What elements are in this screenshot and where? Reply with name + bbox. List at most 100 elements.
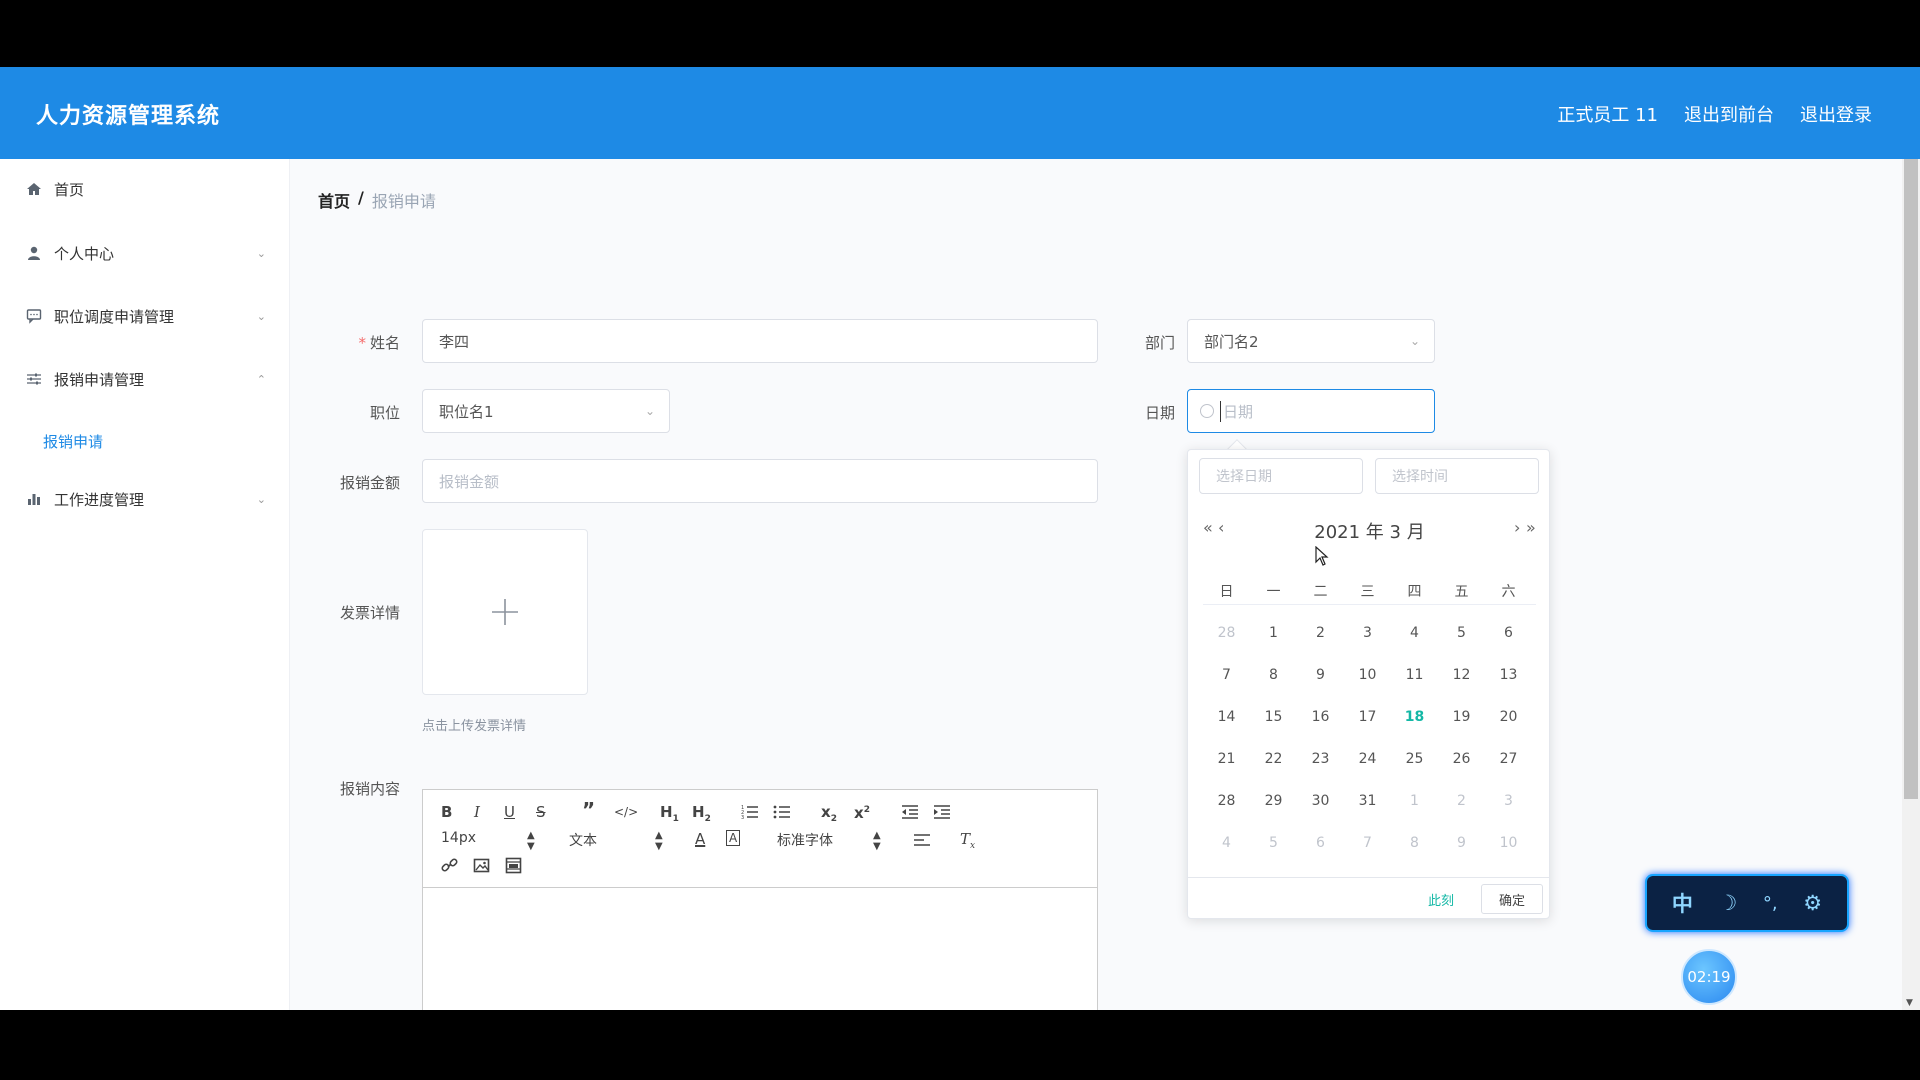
calendar-day[interactable]: 23 <box>1297 751 1344 767</box>
calendar-day[interactable]: 5 <box>1438 625 1485 641</box>
image-icon[interactable] <box>473 857 490 874</box>
picker-month-label[interactable]: 3 月 <box>1390 522 1425 543</box>
blockquote-icon[interactable]: ” <box>582 800 595 820</box>
breadcrumb-home[interactable]: 首页 <box>318 188 350 212</box>
ime-mode-toggle[interactable]: 中 <box>1672 888 1693 918</box>
calendar-day[interactable]: 29 <box>1250 793 1297 809</box>
heading2-icon[interactable]: H2 <box>692 803 711 828</box>
calendar-day[interactable]: 16 <box>1297 709 1344 725</box>
header-select[interactable]: 文本 ▲ ▼ <box>569 830 669 852</box>
calendar-day[interactable]: 2 <box>1438 793 1485 809</box>
calendar-day[interactable]: 10 <box>1344 667 1391 683</box>
editor-content-area[interactable] <box>423 889 1097 1010</box>
bold-icon[interactable]: B <box>441 803 452 821</box>
sidebar-item-reimbursement-management[interactable]: 报销申请管理 ⌃ <box>0 359 290 399</box>
calendar-day[interactable]: 13 <box>1485 667 1532 683</box>
calendar-day[interactable]: 14 <box>1203 709 1250 725</box>
calendar-day[interactable]: 25 <box>1391 751 1438 767</box>
calendar-day[interactable]: 7 <box>1344 835 1391 851</box>
punctuation-icon[interactable]: °, <box>1763 893 1778 914</box>
calendar-day[interactable]: 28 <box>1203 793 1250 809</box>
calendar-day[interactable]: 17 <box>1344 709 1391 725</box>
calendar-day[interactable]: 6 <box>1297 835 1344 851</box>
calendar-day[interactable]: 10 <box>1485 835 1532 851</box>
calendar-day[interactable]: 18 <box>1391 709 1438 725</box>
font-size-select[interactable]: 14px ▲ ▼ <box>441 830 541 852</box>
picker-year-label[interactable]: 2021 年 <box>1314 522 1384 543</box>
calendar-day[interactable]: 2 <box>1297 625 1344 641</box>
calendar-day[interactable]: 5 <box>1250 835 1297 851</box>
underline-icon[interactable]: U <box>504 803 515 821</box>
sidebar-item-personal-center[interactable]: 个人中心 ⌄ <box>0 233 290 273</box>
link-icon[interactable] <box>441 857 458 874</box>
clear-format-icon[interactable]: Tx <box>960 830 975 855</box>
calendar-day[interactable]: 31 <box>1344 793 1391 809</box>
next-year-icon[interactable]: » <box>1526 518 1536 537</box>
sidebar-item-transfer-management[interactable]: 职位调度申请管理 ⌄ <box>0 296 290 336</box>
code-block-icon[interactable]: </> <box>614 803 638 821</box>
sidebar-item-work-progress[interactable]: 工作进度管理 ⌄ <box>0 479 290 519</box>
calendar-day[interactable]: 4 <box>1391 625 1438 641</box>
picker-date-input[interactable]: 选择日期 <box>1199 458 1363 494</box>
calendar-day[interactable]: 1 <box>1250 625 1297 641</box>
page-scrollbar[interactable]: ▼ <box>1902 159 1920 1010</box>
calendar-day[interactable]: 9 <box>1438 835 1485 851</box>
calendar-day[interactable]: 7 <box>1203 667 1250 683</box>
calendar-day[interactable]: 15 <box>1250 709 1297 725</box>
outdent-icon[interactable] <box>901 804 919 820</box>
name-input[interactable]: 李四 <box>422 319 1098 363</box>
moon-icon[interactable]: ☽ <box>1718 891 1737 915</box>
calendar-day[interactable]: 9 <box>1297 667 1344 683</box>
calendar-day[interactable]: 4 <box>1203 835 1250 851</box>
ordered-list-icon[interactable]: 123 <box>741 804 759 820</box>
timer-badge[interactable]: 02:19 <box>1681 949 1737 1005</box>
font-color-icon[interactable]: A <box>695 830 705 848</box>
superscript-icon[interactable]: x2 <box>854 801 870 822</box>
position-select[interactable]: 职位名1 ⌄ <box>422 389 670 433</box>
sidebar-subitem-reimbursement-apply[interactable]: 报销申请 <box>43 431 103 452</box>
calendar-day[interactable]: 3 <box>1485 793 1532 809</box>
current-user-link[interactable]: 正式员工 11 <box>1557 101 1658 127</box>
calendar-day[interactable]: 3 <box>1344 625 1391 641</box>
calendar-day[interactable]: 20 <box>1485 709 1532 725</box>
picker-time-input[interactable]: 选择时间 <box>1375 458 1539 494</box>
app-window: 人力资源管理系统 正式员工 11 退出到前台 退出登录 首页 个人中心 ⌄ 职位… <box>0 67 1920 1010</box>
indent-icon[interactable] <box>933 804 951 820</box>
amount-input[interactable]: 报销金额 <box>422 459 1098 503</box>
scroll-down-arrow[interactable]: ▼ <box>1906 998 1913 1008</box>
next-month-icon[interactable]: › <box>1514 518 1520 537</box>
subscript-icon[interactable]: x2 <box>821 803 837 828</box>
calendar-day[interactable]: 1 <box>1391 793 1438 809</box>
calendar-day[interactable]: 30 <box>1297 793 1344 809</box>
date-input[interactable]: 日期 <box>1187 389 1435 433</box>
calendar-day[interactable]: 28 <box>1203 625 1250 641</box>
calendar-day[interactable]: 8 <box>1391 835 1438 851</box>
back-to-frontend-link[interactable]: 退出到前台 <box>1684 101 1774 127</box>
calendar-day[interactable]: 12 <box>1438 667 1485 683</box>
strikethrough-icon[interactable]: S <box>536 803 546 821</box>
invoice-upload-button[interactable] <box>422 529 588 695</box>
calendar-day[interactable]: 24 <box>1344 751 1391 767</box>
gear-icon[interactable]: ⚙ <box>1803 891 1822 915</box>
calendar-day[interactable]: 6 <box>1485 625 1532 641</box>
heading1-icon[interactable]: H1 <box>660 803 679 828</box>
italic-icon[interactable]: I <box>474 803 480 821</box>
scroll-thumb[interactable] <box>1904 159 1918 799</box>
now-button[interactable]: 此刻 <box>1428 890 1454 909</box>
calendar-day[interactable]: 26 <box>1438 751 1485 767</box>
align-icon[interactable] <box>913 832 931 848</box>
calendar-day[interactable]: 22 <box>1250 751 1297 767</box>
sidebar-item-home[interactable]: 首页 <box>0 169 290 209</box>
calendar-day[interactable]: 19 <box>1438 709 1485 725</box>
logout-link[interactable]: 退出登录 <box>1800 101 1872 127</box>
font-family-select[interactable]: 标准字体 ▲ ▼ <box>777 830 887 852</box>
calendar-day[interactable]: 27 <box>1485 751 1532 767</box>
department-select[interactable]: 部门名2 ⌄ <box>1187 319 1435 363</box>
calendar-day[interactable]: 8 <box>1250 667 1297 683</box>
calendar-day[interactable]: 21 <box>1203 751 1250 767</box>
bullet-list-icon[interactable] <box>773 804 791 820</box>
video-icon[interactable] <box>505 857 522 874</box>
confirm-button[interactable]: 确定 <box>1481 884 1543 914</box>
background-color-icon[interactable]: A <box>726 830 741 846</box>
calendar-day[interactable]: 11 <box>1391 667 1438 683</box>
